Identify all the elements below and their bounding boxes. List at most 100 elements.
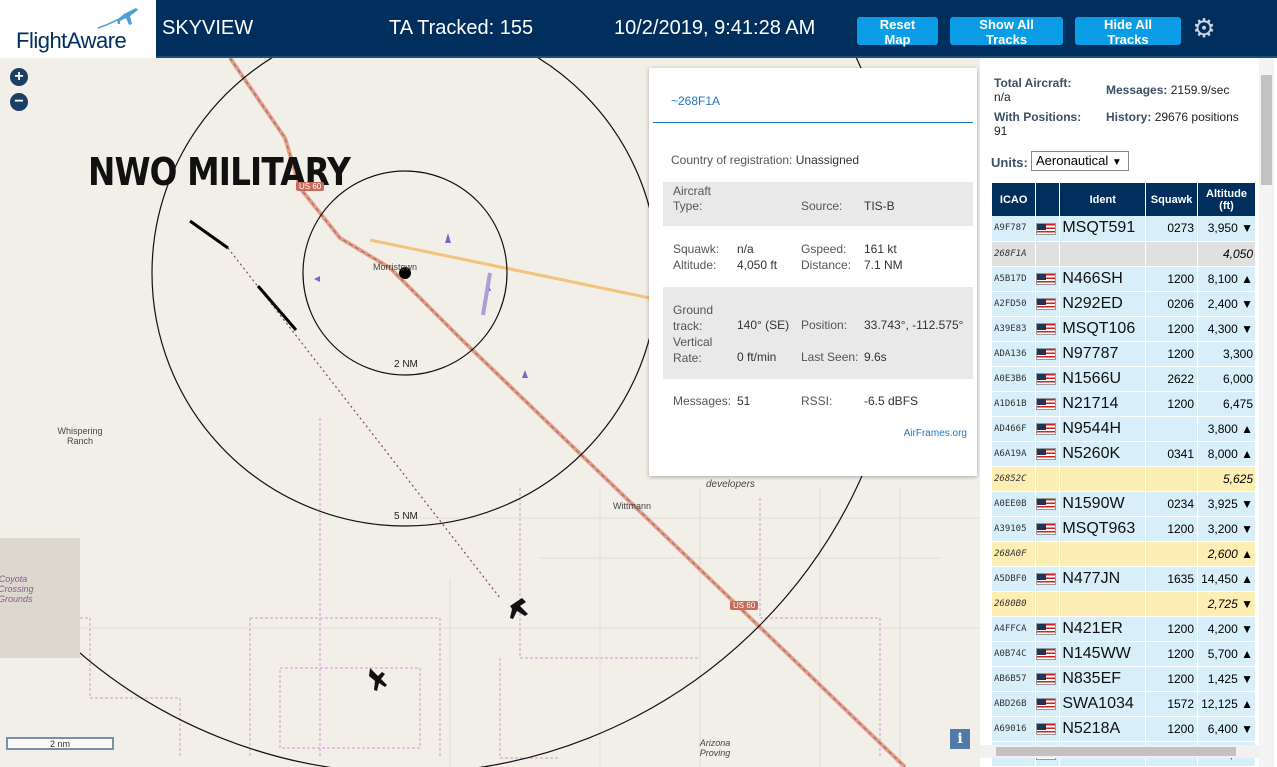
flag-cell [1035,366,1061,392]
zoom-out-button[interactable]: − [10,93,28,111]
squawk-cell: 1200 [1145,391,1199,417]
zoom-in-button[interactable]: + [10,68,28,86]
table-row[interactable]: A5DBF0 N477JN 1635 14,450 ▲ [992,566,1256,592]
scrollbar-thumb[interactable] [996,747,1236,756]
squawk-cell: 1200 [1145,666,1199,692]
positions-stat: With Positions: 91 [994,110,1081,138]
ident-cell: N421ER [1059,616,1147,642]
altitude-cell: 1,425 ▼ [1197,666,1256,692]
altitude-cell: 5,625 [1197,466,1256,492]
scrollbar-thumb[interactable] [1261,75,1272,185]
table-row[interactable]: A69016 N5218A 1200 6,400 ▼ [992,716,1256,742]
table-row[interactable]: A39E83 MSQT106 1200 4,300 ▼ [992,316,1256,342]
col-header-squawk[interactable]: Squawk [1145,183,1199,216]
col-header-icao[interactable]: ICAO [992,183,1037,216]
info-icon[interactable]: i [950,729,970,749]
ident-cell [1059,466,1147,492]
table-row[interactable]: AD466F N9544H 3,800 ▲ [992,416,1256,442]
squawk-cell: 1635 [1145,566,1199,592]
flag-cell [1035,716,1061,742]
ident-cell: N292ED [1059,291,1147,317]
table-row[interactable]: A4FFCA N421ER 1200 4,200 ▼ [992,616,1256,642]
icao-cell: 268F1A [992,241,1037,267]
altitude-cell: 3,800 ▲ [1197,416,1256,442]
table-row[interactable]: A0B74C N145WW 1200 5,700 ▲ [992,641,1256,667]
source-value: TIS-B [864,199,895,213]
ident-cell: N5260K [1059,441,1147,467]
table-row[interactable]: A0EE0B N1590W 0234 3,925 ▼ [992,491,1256,517]
flightaware-logo[interactable]: FlightAware [0,0,156,58]
table-row[interactable]: A5B17D N466SH 1200 8,100 ▲ [992,266,1256,292]
icao-cell: A39105 [992,516,1037,542]
us-flag-icon [1036,673,1057,686]
source-label: Source: [801,199,843,213]
place-label: Arizona Proving [699,738,731,758]
aircraft-info-popup: ~268F1A Country of registration: Unassig… [649,68,977,476]
altitude-cell: 3,300 [1197,341,1256,367]
road-shield: US 60 [730,601,759,610]
history-value: 29676 positions [1154,110,1239,124]
history-label: History: [1106,110,1152,124]
squawk-cell: 1572 [1145,691,1199,717]
table-row[interactable]: A6A19A N5260K 0341 8,000 ▲ [992,441,1256,467]
altitude-cell: 14,450 ▲ [1197,566,1256,592]
ident-cell: N477JN [1059,566,1147,592]
positions-label: With Positions: [994,110,1082,124]
altitude-cell: 4,050 [1197,241,1256,267]
ident-cell: N1590W [1059,491,1147,517]
messages-stat: Messages: 2159.9/sec [1106,83,1229,97]
table-row[interactable]: A9F787 MSQT591 0273 3,950 ▼ [992,216,1256,242]
us-flag-icon [1036,273,1057,286]
table-row[interactable]: 26852C 5,625 [992,466,1256,492]
total-aircraft-label: Total Aircraft: [994,76,1072,90]
table-row[interactable]: ABD26B SWA1034 1572 12,125 ▲ [992,691,1256,717]
hide-all-tracks-button[interactable]: Hide All Tracks [1075,17,1181,47]
units-select[interactable]: Aeronautical ▼ [1031,151,1129,171]
icao-cell: A0B74C [992,641,1037,667]
position-value: 33.743°, -112.575° [864,318,964,332]
table-row[interactable]: 2680B0 2,725 ▼ [992,591,1256,617]
place-label: Morristown [373,262,418,272]
popup-hex[interactable]: ~268F1A [671,94,720,108]
squawk-cell [1145,241,1199,267]
squawk-cell [1145,416,1199,442]
ground-track-label: Ground track: [673,303,714,333]
altitude-value: 4,050 ft [737,258,778,272]
ident-cell: N9544H [1059,416,1147,442]
table-row[interactable]: A1D61B N21714 1200 6,475 [992,391,1256,417]
table-row[interactable]: 268A0F 2,600 ▲ [992,541,1256,567]
icao-cell: ABD26B [992,691,1037,717]
reset-map-button[interactable]: Reset Map [857,17,938,47]
map-scale-bar: 2 nm [6,737,114,750]
show-all-tracks-button[interactable]: Show All Tracks [950,17,1063,47]
table-row[interactable]: AB6B57 N835EF 1200 1,425 ▼ [992,666,1256,692]
altitude-cell: 2,400 ▼ [1197,291,1256,317]
top-header: FlightAware SKYVIEW TA Tracked: 155 10/2… [0,0,1277,58]
col-header-flag[interactable] [1035,183,1061,216]
flag-cell [1035,416,1061,442]
squawk-cell: 1200 [1145,516,1199,542]
table-row[interactable]: A0E3B6 N1566U 2622 6,000 [992,366,1256,392]
table-row[interactable]: A39105 MSQT963 1200 3,200 ▼ [992,516,1256,542]
icao-cell: A6A19A [992,441,1037,467]
table-row[interactable]: ADA136 N97787 1200 3,300 [992,341,1256,367]
gspeed-value: 161 kt [864,242,897,256]
col-header-altitude[interactable]: Altitude (ft) [1197,183,1256,216]
icao-cell: 26852C [992,466,1037,492]
us-flag-icon [1036,323,1057,336]
airframes-link[interactable]: AirFrames.org [904,428,967,439]
table-row[interactable]: 268F1A 4,050 [992,241,1256,267]
flag-cell [1035,216,1061,242]
table-row[interactable]: A2FD50 N292ED 0206 2,400 ▼ [992,291,1256,317]
distance-label: Distance: [801,258,852,272]
aircraft-table: ICAO Ident Squawk Altitude (ft) A9F787 MS… [992,183,1256,767]
us-flag-icon [1036,448,1057,461]
total-aircraft-stat: Total Aircraft: n/a [994,76,1071,104]
col-header-ident[interactable]: Ident [1059,183,1147,216]
us-flag-icon [1036,223,1057,236]
ident-cell: SWA1034 [1059,691,1147,717]
icao-cell: A1D61B [992,391,1037,417]
gear-icon[interactable]: ⚙ [1190,14,1218,42]
icao-cell: A4FFCA [992,616,1037,642]
icao-cell: A5B17D [992,266,1037,292]
